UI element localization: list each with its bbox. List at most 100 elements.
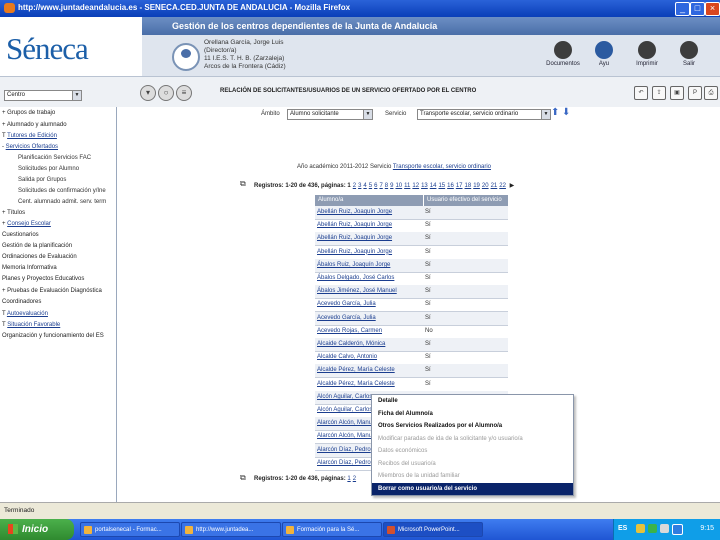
table-row[interactable]: Ábalos Jiménez, José Manuel Sí	[315, 285, 508, 300]
search-icon[interactable]: ○	[158, 85, 174, 101]
exit-button[interactable]: Salir	[672, 41, 706, 67]
sidebar-subitem[interactable]: Salida por Grupos	[18, 177, 66, 183]
page-link[interactable]: 1	[347, 183, 350, 189]
back-icon[interactable]: ↶	[634, 86, 648, 100]
sidebar-item[interactable]: - Servicios Ofertados	[2, 144, 58, 150]
next-page-arrow[interactable]: ▶	[510, 183, 515, 189]
page-link[interactable]: 10	[395, 183, 402, 189]
cell-alumno[interactable]: Abellán Ruiz, Joaquín Jorge	[317, 219, 421, 232]
sidebar-item[interactable]: Ordinaciones de Evaluación	[2, 254, 77, 260]
table-row[interactable]: Acevedo García, Julia Sí	[315, 311, 508, 326]
print-small-icon[interactable]: ⎙	[704, 86, 718, 100]
sidebar-item[interactable]: Organización y funcionamiento del ES	[2, 333, 104, 339]
start-button[interactable]: Inicio	[0, 519, 74, 540]
sidebar-item[interactable]: Memoria Informativa	[2, 265, 57, 271]
cell-alumno[interactable]: Alcalde Pérez, María Celeste	[317, 364, 421, 377]
cell-alumno[interactable]: Acevedo García, Julia	[317, 312, 421, 325]
cell-alumno[interactable]: Acevedo García, Julia	[317, 298, 421, 311]
menu-item-ficha[interactable]: Ficha del Alumno/a	[372, 408, 573, 421]
close-button[interactable]: ×	[705, 2, 720, 16]
sidebar-item[interactable]: Gestión de la planificación	[2, 243, 72, 249]
page-link[interactable]: 5	[369, 183, 372, 189]
page-link[interactable]: 7	[379, 183, 382, 189]
page-link[interactable]: 22	[499, 183, 506, 189]
sidebar-item[interactable]: + Alumnado y alumnado	[2, 122, 67, 128]
sidebar-item[interactable]: Planes y Proyectos Educativos	[2, 276, 84, 282]
column-header-usuario[interactable]: Usuario efectivo del servicio	[423, 195, 508, 206]
page-link[interactable]: 21	[491, 183, 498, 189]
page-link[interactable]: 14	[430, 183, 437, 189]
tray-icon[interactable]	[660, 524, 669, 533]
menu-item-detalle[interactable]: Detalle	[372, 395, 573, 408]
pdf-icon[interactable]: P	[688, 86, 702, 100]
arrow-up-icon[interactable]: ⬆	[551, 107, 559, 118]
menu-icon[interactable]: ≡	[176, 85, 192, 101]
print-button[interactable]: Imprimir	[630, 41, 664, 67]
cell-alumno[interactable]: Alcalde Pérez, María Celeste	[317, 378, 421, 391]
sidebar-subitem[interactable]: Solicitudes de confirmación y/Ine	[18, 188, 106, 194]
lock-icon[interactable]: ▣	[670, 86, 684, 100]
table-row[interactable]: Abellán Ruiz, Joaquín Jorge Sí	[315, 232, 508, 247]
arrow-down-icon[interactable]: ⬇	[562, 107, 570, 118]
tray-icon[interactable]	[672, 524, 683, 535]
sidebar-item[interactable]: + Grupos de trabajo	[2, 110, 55, 116]
help-button[interactable]: Ayu	[587, 41, 621, 67]
table-row[interactable]: Ábalos Delgado, José Carlos Sí	[315, 272, 508, 286]
page-link[interactable]: 6	[374, 183, 377, 189]
sidebar-item[interactable]: T Autoevaluación	[2, 311, 48, 317]
maximize-button[interactable]: □	[690, 2, 705, 16]
sidebar-subitem[interactable]: Solicitudes por Alumno	[18, 166, 79, 172]
page-link[interactable]: 4	[363, 183, 366, 189]
page-link[interactable]: 18	[465, 183, 472, 189]
cell-alumno[interactable]: Abellán Ruiz, Joaquín Jorge	[317, 206, 421, 219]
servicio-select[interactable]: Transporte escolar, servicio ordinario ▼	[417, 109, 551, 120]
table-row[interactable]: Abellán Ruiz, Joaquín Jorge Sí	[315, 246, 508, 260]
minimize-button[interactable]: _	[675, 2, 690, 16]
sidebar-item[interactable]: + Títulos	[2, 210, 25, 216]
table-row[interactable]: Alcalde Calvo, Antonio Sí	[315, 351, 508, 366]
cell-alumno[interactable]: Abellán Ruiz, Joaquín Jorge	[317, 246, 421, 259]
cell-alumno[interactable]: Ábalos Jiménez, José Manuel	[317, 285, 421, 298]
servicio-link[interactable]: Transporte escolar, servicio ordinario	[393, 164, 491, 170]
sidebar-item[interactable]: T Tutores de Edición	[2, 133, 57, 139]
table-row[interactable]: Abellán Ruiz, Joaquín Jorge Sí	[315, 219, 508, 234]
export-icon[interactable]: ⇪	[652, 86, 666, 100]
sidebar-item[interactable]: T Situación Favorable	[2, 322, 60, 328]
table-row[interactable]: Alcalde Pérez, María Celeste Sí	[315, 364, 508, 379]
cell-alumno[interactable]: Ábalos Delgado, José Carlos	[317, 272, 421, 285]
page-link[interactable]: 8	[385, 183, 388, 189]
table-row[interactable]: Alcaide Calderón, Mónica Sí	[315, 338, 508, 352]
cell-alumno[interactable]: Alcalde Calvo, Antonio	[317, 351, 421, 364]
cell-alumno[interactable]: Alcaide Calderón, Mónica	[317, 338, 421, 351]
tray-icon[interactable]	[648, 524, 657, 533]
page-link[interactable]: 19	[473, 183, 480, 189]
menu-item-borrar-usuario[interactable]: Borrar como usuario/a del servicio	[372, 482, 573, 495]
page-link[interactable]: 9	[390, 183, 393, 189]
cell-alumno[interactable]: Acevedo Rojas, Carmen	[317, 325, 421, 338]
sidebar-item[interactable]: + Consejo Escolar	[2, 221, 51, 227]
table-row[interactable]: Abellán Ruiz, Joaquín Jorge Sí	[315, 206, 508, 220]
documents-button[interactable]: Documentos	[546, 41, 580, 67]
copy-icon[interactable]: ⧉	[240, 473, 246, 483]
sidebar-item[interactable]: Coordinadores	[2, 299, 41, 305]
menu-item-otros-servicios[interactable]: Otros Servicios Realizados por el Alumno…	[372, 420, 573, 433]
table-row[interactable]: Acevedo García, Julia Sí	[315, 298, 508, 313]
sidebar-subitem[interactable]: Cent. alumnado admit. serv. term	[18, 199, 106, 205]
page-link[interactable]: 2	[353, 183, 356, 189]
cell-alumno[interactable]: Abellán Ruiz, Joaquín Jorge	[317, 232, 421, 245]
center-select[interactable]: Centro ▼	[4, 90, 82, 101]
page-link[interactable]: 11	[404, 183, 410, 189]
taskbar-item-active[interactable]: Microsoft PowerPoint...	[383, 522, 483, 537]
page-link[interactable]: 17	[456, 183, 463, 189]
table-row[interactable]: Ábalos Ruiz, Joaquín Jorge Sí	[315, 258, 508, 273]
page-link[interactable]: 3	[358, 183, 361, 189]
page-link[interactable]: 13	[421, 183, 428, 189]
page-link[interactable]: 16	[447, 183, 454, 189]
sidebar-subitem[interactable]: Planificación Servicios FAC	[18, 155, 91, 161]
column-header-alumno[interactable]: Alumno/a	[315, 195, 423, 206]
page-link[interactable]: 20	[482, 183, 489, 189]
sidebar-item[interactable]: + Pruebas de Evaluación Diagnóstica	[2, 288, 102, 294]
page-link[interactable]: 15	[438, 183, 445, 189]
table-row[interactable]: Alcalde Pérez, María Celeste Sí	[315, 378, 508, 392]
taskbar-item[interactable]: portalsenecaI - Formac...	[80, 522, 180, 537]
